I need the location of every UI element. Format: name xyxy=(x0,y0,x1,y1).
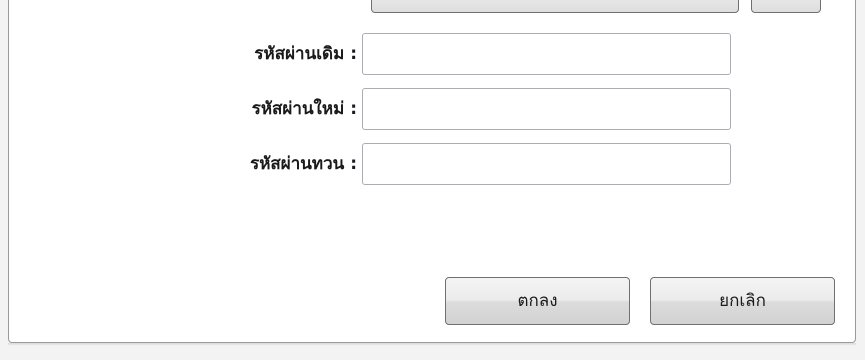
top-small-button[interactable] xyxy=(751,0,821,13)
confirm-password-label: รหัสผ่านทวน : xyxy=(250,154,357,174)
ok-button[interactable]: ตกลง xyxy=(445,277,630,325)
old-password-row: รหัสผ่านเดิม : xyxy=(0,33,865,75)
cancel-button[interactable]: ยกเลิก xyxy=(650,277,835,325)
new-password-label: รหัสผ่านใหม่ : xyxy=(251,99,357,119)
old-password-input[interactable] xyxy=(362,33,731,75)
confirm-password-input[interactable] xyxy=(362,143,731,185)
change-password-dialog: รหัสผ่านเดิม : รหัสผ่านใหม่ : รหัสผ่านทว… xyxy=(0,0,865,360)
new-password-input[interactable] xyxy=(362,88,731,130)
old-password-label: รหัสผ่านเดิม : xyxy=(254,44,357,64)
panel-shadow xyxy=(8,343,856,346)
new-password-row: รหัสผ่านใหม่ : xyxy=(0,88,865,130)
confirm-password-row: รหัสผ่านทวน : xyxy=(0,143,865,185)
top-wide-button[interactable] xyxy=(371,0,739,13)
